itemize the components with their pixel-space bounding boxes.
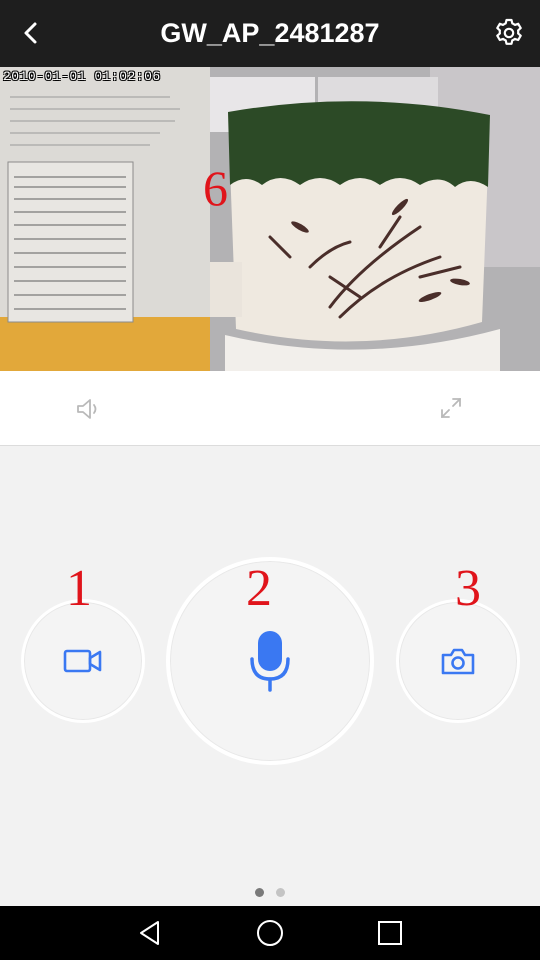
speaker-icon bbox=[77, 399, 97, 419]
snapshot-button[interactable] bbox=[396, 599, 520, 723]
page-dot-active[interactable] bbox=[254, 888, 264, 897]
microphone-icon bbox=[250, 631, 290, 692]
system-recents-button[interactable] bbox=[376, 919, 404, 947]
gear-icon bbox=[496, 18, 522, 45]
chevron-left-icon bbox=[24, 22, 37, 44]
camera-icon bbox=[441, 648, 475, 675]
fullscreen-button[interactable] bbox=[438, 395, 464, 421]
annotation-number-record: 1 bbox=[66, 560, 92, 617]
annotation-number-talk: 2 bbox=[246, 560, 272, 617]
video-timestamp: 2010-01-01 01:02:06 bbox=[3, 69, 161, 84]
back-button[interactable] bbox=[14, 16, 48, 50]
record-video-button[interactable] bbox=[21, 599, 145, 723]
media-controls-bar bbox=[0, 371, 540, 446]
top-app-bar: GW_AP_2481287 bbox=[0, 0, 540, 67]
back-triangle-icon bbox=[140, 921, 159, 945]
live-video-view[interactable]: 2010-01-01 01:02:06 6 bbox=[0, 67, 540, 371]
speaker-toggle-button[interactable] bbox=[74, 395, 102, 423]
page-dot[interactable] bbox=[276, 888, 286, 897]
fullscreen-icon bbox=[441, 398, 461, 418]
annotation-number-video: 6 bbox=[203, 160, 228, 216]
page-title: GW_AP_2481287 bbox=[160, 18, 380, 48]
home-circle-icon bbox=[257, 920, 283, 946]
system-navigation-bar bbox=[0, 906, 540, 960]
video-frame-image bbox=[0, 67, 540, 371]
system-back-button[interactable] bbox=[136, 919, 164, 947]
settings-button[interactable] bbox=[492, 16, 526, 50]
annotation-number-snapshot: 3 bbox=[455, 560, 481, 617]
video-camera-icon bbox=[63, 649, 102, 673]
recents-square-icon bbox=[378, 921, 402, 945]
page-indicator bbox=[0, 884, 540, 897]
system-home-button[interactable] bbox=[256, 919, 284, 947]
